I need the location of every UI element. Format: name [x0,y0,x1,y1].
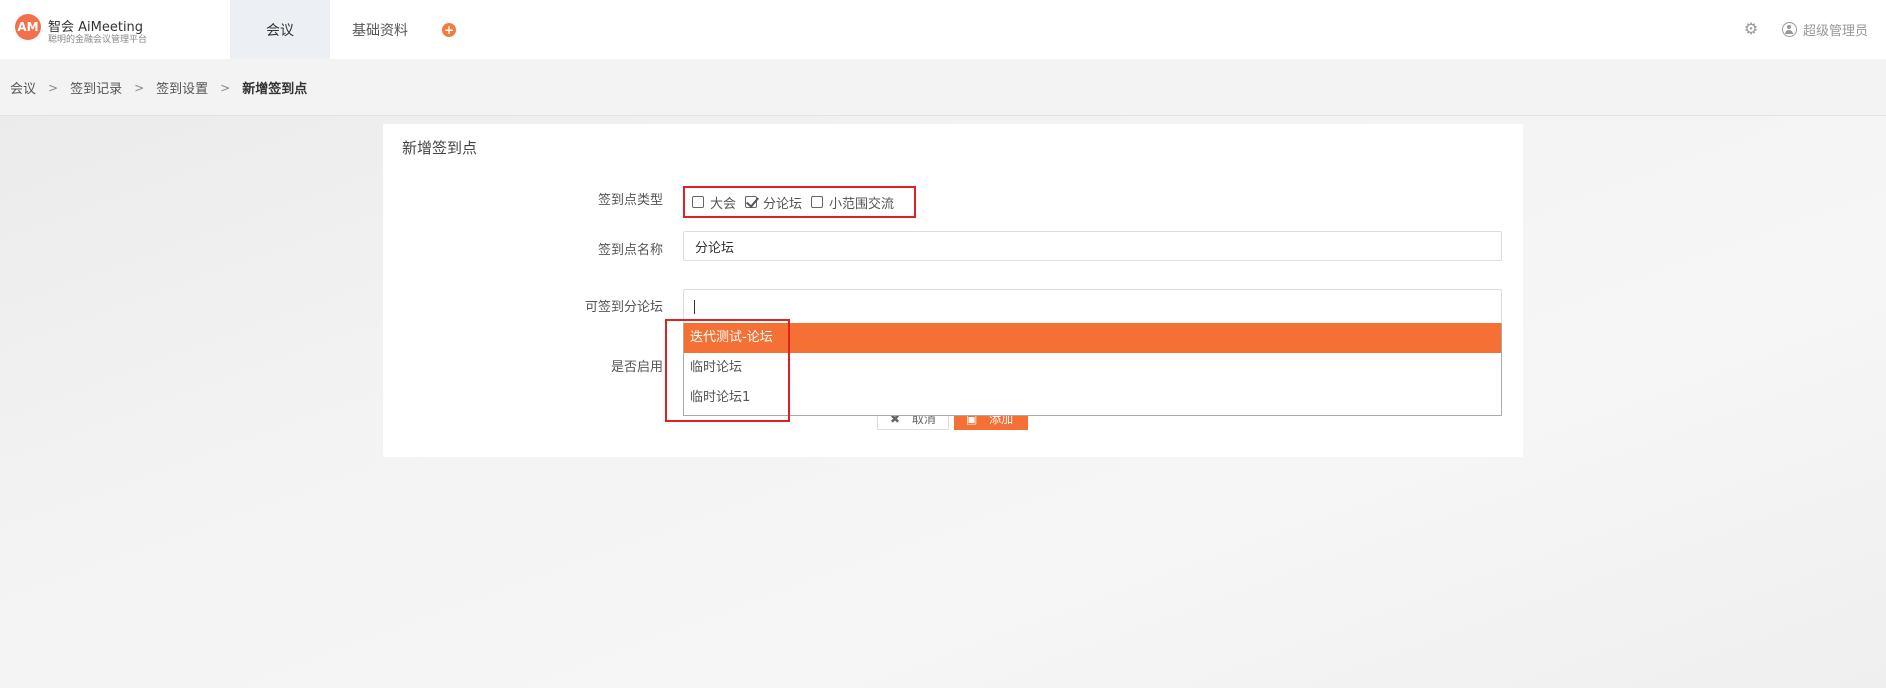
name-label: 签到点名称 [597,243,663,258]
tab-basic-data[interactable]: 基础资料 [340,0,420,59]
checkbox-conference[interactable]: 大会 [692,193,736,212]
cancel-button[interactable]: ✖ 取消 [877,416,949,430]
gear-icon[interactable]: ⚙ [1743,21,1759,37]
dropdown-option[interactable]: 临时论坛1 [684,383,1501,413]
name-input-value: 分论坛 [695,240,735,256]
close-icon: ✖ [890,416,901,426]
chevron-right-icon: > [134,80,145,95]
highlight-box [665,319,790,422]
top-navbar: AM 智会 AiMeeting 聪明的金融会议管理平台 会议 基础资料 + ⚙ … [0,0,1886,59]
checkbox-label: 分论坛 [763,196,803,212]
user-menu[interactable]: 超级管理员 [1782,20,1868,39]
breadcrumb: 会议 > 签到记录 > 签到设置 > 新增签到点 [10,78,308,98]
breadcrumb-item-checkin-settings[interactable]: 签到设置 [156,78,208,97]
type-checkbox-group: 大会 分论坛 小范围交流 [683,186,916,218]
forum-label: 可签到分论坛 [584,300,663,315]
text-cursor [694,299,695,314]
dropdown-option[interactable]: 临时论坛 [684,353,1501,383]
user-circle-icon [1782,22,1797,37]
checkbox-icon[interactable] [692,196,704,208]
add-button-label: 添加 [989,416,1014,426]
checkbox-label: 大会 [710,196,737,212]
form-panel: 新增签到点 签到点类型 大会 分论坛 小范围交流 签到点名称 分论坛 可签到分论… [383,124,1523,457]
enabled-label: 是否启用 [610,360,663,375]
forum-select-input[interactable] [683,289,1502,323]
tab-meeting[interactable]: 会议 [230,0,330,59]
chevron-right-icon: > [220,80,231,95]
checkbox-small-exchange[interactable]: 小范围交流 [811,193,894,212]
dropdown-option[interactable]: 迭代测试-论坛 [684,323,1501,353]
plus-circle-icon[interactable]: + [442,23,456,37]
chevron-right-icon: > [48,80,59,95]
breadcrumb-item-meeting[interactable]: 会议 [10,78,36,97]
checkbox-subforum[interactable]: 分论坛 [745,193,802,212]
breadcrumb-item-current: 新增签到点 [242,82,308,97]
brand-subtitle: 聪明的金融会议管理平台 [48,35,148,45]
user-name: 超级管理员 [1803,24,1869,39]
breadcrumb-bar: 会议 > 签到记录 > 签到设置 > 新增签到点 [0,59,1886,116]
cancel-button-label: 取消 [911,416,936,426]
forum-dropdown-list: 迭代测试-论坛 临时论坛 临时论坛1 [683,323,1502,416]
add-button[interactable]: ▣ 添加 [954,416,1028,430]
type-label: 签到点类型 [597,193,663,208]
panel-title: 新增签到点 [402,139,478,157]
save-icon: ▣ [966,416,978,426]
name-input[interactable]: 分论坛 [683,231,1502,261]
checkbox-label: 小范围交流 [829,196,895,212]
checkbox-checked-icon[interactable] [745,196,758,208]
checkbox-icon[interactable] [811,196,824,208]
breadcrumb-item-checkin-records[interactable]: 签到记录 [70,78,122,97]
app-logo[interactable]: AM [15,14,41,40]
